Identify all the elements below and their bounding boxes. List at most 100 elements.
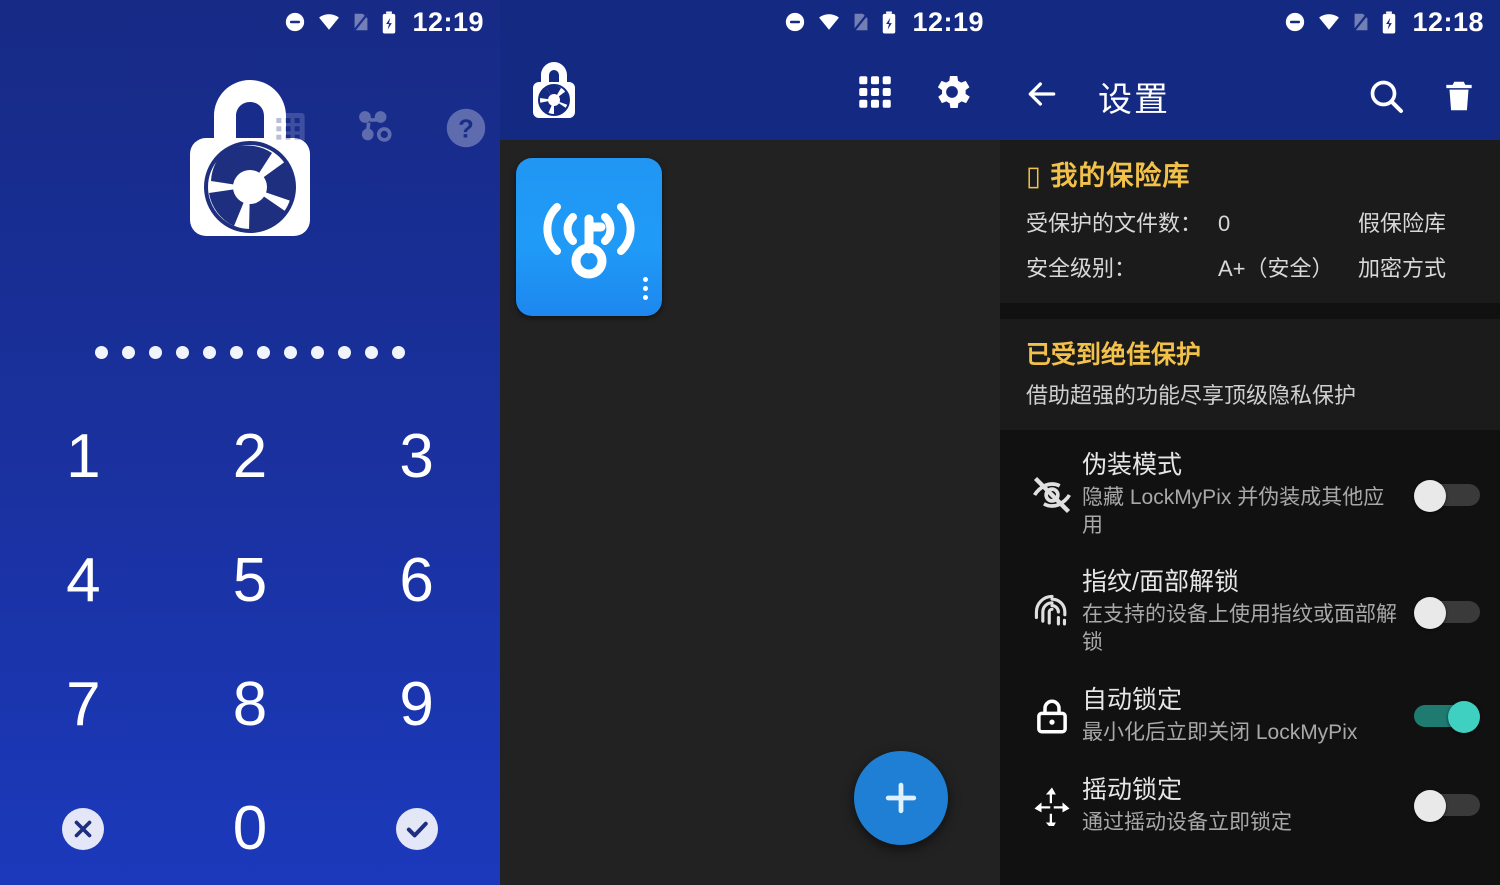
status-bar-time: 12:19 — [912, 6, 984, 37]
wifi-icon — [317, 11, 341, 33]
missing-glyph-icon: ▯ — [1026, 161, 1042, 191]
lock-top-actions: ? — [268, 106, 488, 155]
pin-dots — [0, 346, 500, 359]
setting-text-shake-lock: 摇动锁定 通过摇动设备立即锁定 — [1082, 775, 1406, 837]
settings-appbar: 12:18 设置 — [1000, 0, 1500, 140]
key-9[interactable]: 9 — [333, 643, 500, 767]
key-confirm[interactable] — [333, 767, 500, 885]
eye-off-icon — [1022, 473, 1082, 517]
fake-vault-link[interactable]: 假保险库 — [1358, 206, 1446, 238]
album-tile-wifi[interactable] — [516, 158, 662, 316]
status-bar-settings: 12:18 — [1000, 0, 1500, 44]
pin-lock-screen: 12:19 ? 1 2 3 4 5 6 7 8 9 0 — [0, 0, 500, 885]
settings-screen: 12:18 设置 ▯ 我的保险库 受保护的文件数： 0 假保险库 安全级别： A… — [1000, 0, 1500, 885]
setting-text-autolock: 自动锁定 最小化后立即关闭 LockMyPix — [1082, 685, 1406, 747]
svg-text:?: ? — [458, 116, 474, 144]
dnd-icon — [284, 11, 306, 33]
wifi-icon — [1317, 11, 1341, 33]
lock-icon — [1022, 695, 1082, 737]
keypad-icon[interactable] — [268, 108, 308, 153]
setting-toggle-biometric[interactable] — [1406, 597, 1480, 630]
vault-files-label: 受保护的文件数： — [1026, 211, 1203, 236]
pin-dot — [176, 346, 189, 359]
setting-toggle-autolock[interactable] — [1406, 700, 1480, 733]
pin-dot — [338, 346, 351, 359]
key-3[interactable]: 3 — [333, 395, 500, 519]
setting-toggle-disguise[interactable] — [1406, 479, 1480, 512]
share-nodes-icon[interactable] — [354, 106, 398, 155]
setting-toggle-shake-lock[interactable] — [1406, 790, 1480, 823]
lockmypix-lock-camera-logo[interactable] — [526, 56, 582, 129]
settings-appbar-row: 设置 — [1000, 52, 1500, 140]
protection-card: 已受到绝佳保护 借助超强的功能尽享顶级隐私保护 — [1000, 319, 1500, 430]
lockmypix-logo — [168, 64, 332, 259]
setting-subtitle: 在支持的设备上使用指纹或面部解锁 — [1082, 603, 1397, 655]
page-title: 设置 — [1098, 80, 1170, 119]
vault-title-text: 我的保险库 — [1050, 161, 1191, 191]
search-icon[interactable] — [1366, 76, 1406, 116]
pin-dot — [122, 346, 135, 359]
pin-dot — [311, 346, 324, 359]
shake-icon — [1022, 784, 1082, 827]
add-button[interactable] — [854, 751, 948, 845]
protection-subtitle: 借助超强的功能尽享顶级隐私保护 — [1026, 383, 1357, 408]
delete-icon[interactable] — [1440, 77, 1478, 115]
vault-security-label: 安全级别： — [1026, 256, 1137, 281]
vault-files-value: 0 — [1218, 211, 1231, 236]
vault-row-security: 安全级别： A+（安全） 加密方式 — [1026, 251, 1474, 283]
settings-gear-icon[interactable] — [930, 70, 974, 114]
key-8[interactable]: 8 — [167, 643, 334, 767]
key-0[interactable]: 0 — [167, 767, 334, 885]
key-clear[interactable] — [0, 767, 167, 885]
setting-subtitle: 隐藏 LockMyPix 并伪装成其他应用 — [1082, 486, 1385, 537]
sim-off-icon — [352, 11, 370, 33]
setting-subtitle: 最小化后立即关闭 LockMyPix — [1082, 720, 1358, 744]
pin-dot — [95, 346, 108, 359]
setting-title: 自动锁定 — [1082, 685, 1183, 714]
lock-header: ? — [0, 44, 500, 274]
gallery-screen: 12:19 — [500, 0, 1000, 885]
vault-card-title: ▯ 我的保险库 — [1026, 154, 1474, 193]
key-6[interactable]: 6 — [333, 519, 500, 643]
battery-charging-icon — [1381, 10, 1397, 34]
pin-dot — [365, 346, 378, 359]
setting-title: 伪装模式 — [1082, 451, 1183, 479]
wifi-icon — [817, 11, 841, 33]
key-4[interactable]: 4 — [0, 519, 167, 643]
key-5[interactable]: 5 — [167, 519, 334, 643]
pin-dot — [284, 346, 297, 359]
setting-row-disguise[interactable]: 伪装模式 隐藏 LockMyPix 并伪装成其他应用 — [1000, 436, 1500, 553]
gallery-appbar: 12:19 — [500, 0, 1000, 140]
setting-title: 摇动锁定 — [1082, 775, 1183, 804]
setting-row-autolock[interactable]: 自动锁定 最小化后立即关闭 LockMyPix — [1000, 671, 1500, 761]
key-2[interactable]: 2 — [167, 395, 334, 519]
status-bar-lock: 12:19 — [0, 0, 500, 44]
setting-subtitle: 通过摇动设备立即锁定 — [1082, 810, 1292, 834]
vault-row-files: 受保护的文件数： 0 假保险库 — [1026, 206, 1474, 238]
battery-charging-icon — [881, 10, 897, 34]
battery-charging-icon — [381, 10, 397, 34]
protection-title: 已受到绝佳保护 — [1026, 341, 1202, 369]
key-1[interactable]: 1 — [0, 395, 167, 519]
key-7[interactable]: 7 — [0, 643, 167, 767]
back-button[interactable] — [1022, 74, 1062, 119]
grid-view-icon[interactable] — [854, 71, 896, 113]
three-phone-screenshots: 12:19 ? 1 2 3 4 5 6 7 8 9 0 12:19 12:18 … — [0, 0, 1500, 885]
setting-row-shake-lock[interactable]: 摇动锁定 通过摇动设备立即锁定 — [1000, 761, 1500, 851]
pin-dot — [392, 346, 405, 359]
encryption-method-link[interactable]: 加密方式 — [1358, 251, 1446, 283]
pin-keypad: 1 2 3 4 5 6 7 8 9 0 — [0, 395, 500, 885]
vault-card: ▯ 我的保险库 受保护的文件数： 0 假保险库 安全级别： A+（安全） 加密方… — [1000, 140, 1500, 303]
pin-dot — [149, 346, 162, 359]
sim-off-icon — [1352, 11, 1370, 33]
setting-row-biometric[interactable]: 指纹/面部解锁 在支持的设备上使用指纹或面部解锁 — [1000, 553, 1500, 670]
fingerprint-icon — [1022, 590, 1082, 634]
clear-x-icon — [62, 808, 105, 850]
tile-overflow-menu-icon[interactable] — [643, 277, 648, 300]
status-bar-gallery: 12:19 — [500, 0, 1000, 44]
status-bar-time: 12:18 — [1412, 6, 1484, 37]
status-bar-time: 12:19 — [412, 6, 484, 37]
help-icon[interactable]: ? — [444, 106, 488, 155]
settings-options-list: 伪装模式 隐藏 LockMyPix 并伪装成其他应用 指纹/面部解锁 在支持的设… — [1000, 430, 1500, 850]
pin-dot — [203, 346, 216, 359]
